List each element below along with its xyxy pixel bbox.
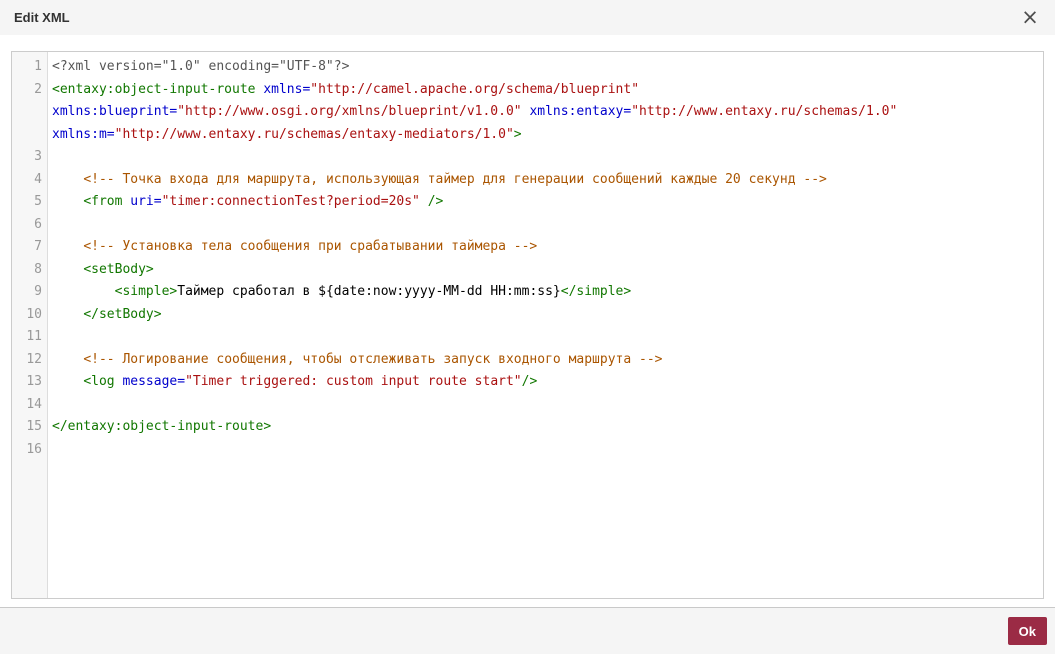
- line-number: 4: [34, 171, 42, 187]
- code-line[interactable]: 12 <!-- Логирование сообщения, чтобы отс…: [12, 349, 1043, 372]
- line-number: 14: [26, 396, 42, 412]
- code-line-text: <from uri="timer:connectionTest?period=2…: [83, 194, 444, 209]
- code-line[interactable]: 7 <!-- Установка тела сообщения при сраб…: [12, 236, 1043, 259]
- code-line-text: </setBody>: [83, 306, 162, 322]
- code-line[interactable]: 2 <entaxy:object-input-route xmlns="http:…: [12, 79, 1043, 147]
- ok-button[interactable]: Ok: [1007, 617, 1047, 645]
- code-line[interactable]: 11: [12, 326, 1043, 349]
- close-icon: ×: [1021, 5, 1039, 29]
- code-line-text: [48, 326, 1043, 349]
- edit-xml-dialog: Edit XML × 1 <?xml version="1.0" encoding…: [0, 0, 1055, 654]
- close-button[interactable]: ×: [1017, 5, 1043, 31]
- code-line-text: <!-- Точка входа для маршрута, использую…: [83, 171, 827, 187]
- code-line-text: <entaxy:object-input-route xmlns="http:/…: [52, 81, 898, 142]
- line-number: 16: [26, 441, 42, 457]
- code-line-text: <simple>Таймер сработал в ${date:now:yyy…: [114, 284, 632, 299]
- dialog-title: Edit XML: [14, 10, 70, 25]
- line-number: 1: [34, 59, 42, 74]
- line-number: 2: [34, 81, 42, 97]
- line-number: 13: [26, 374, 42, 389]
- line-number: 10: [26, 306, 42, 322]
- dialog-body: 1 <?xml version="1.0" encoding="UTF-8"?> 2…: [0, 35, 1055, 607]
- dialog-header: Edit XML ×: [0, 0, 1055, 35]
- code-line[interactable]: 9 <simple>Таймер сработал в ${date:now:y…: [12, 281, 1043, 304]
- code-line[interactable]: 15 </entaxy:object-input-route>: [12, 416, 1043, 439]
- code-line[interactable]: 10 </setBody>: [12, 304, 1043, 327]
- line-number: 6: [34, 216, 42, 232]
- code-line-text: <!-- Логирование сообщения, чтобы отслеж…: [83, 351, 663, 367]
- code-line[interactable]: 3: [12, 146, 1043, 169]
- code-line[interactable]: 1 <?xml version="1.0" encoding="UTF-8"?>: [12, 56, 1043, 79]
- code-line[interactable]: 13 <log message="Timer triggered: custom…: [12, 371, 1043, 394]
- code-line-text: <!-- Установка тела сообщения при срабат…: [83, 239, 538, 254]
- line-number: 9: [34, 284, 42, 299]
- line-number: 5: [34, 194, 42, 209]
- code-line-text: [48, 439, 1043, 462]
- code-line-text: <setBody>: [83, 261, 154, 277]
- code-line-text: <?xml version="1.0" encoding="UTF-8"?>: [52, 59, 350, 74]
- line-number: 7: [34, 239, 42, 254]
- code-line[interactable]: 8 <setBody>: [12, 259, 1043, 282]
- code-line-text: <log message="Timer triggered: custom in…: [83, 374, 538, 389]
- code-line[interactable]: 6: [12, 214, 1043, 237]
- code-line[interactable]: 14: [12, 394, 1043, 417]
- line-number: 12: [26, 351, 42, 367]
- line-number: 8: [34, 261, 42, 277]
- code-line[interactable]: 16: [12, 439, 1043, 462]
- code-line-text: [48, 146, 1043, 169]
- code-line[interactable]: 4 <!-- Точка входа для маршрута, использ…: [12, 169, 1043, 192]
- line-number: 3: [34, 149, 42, 164]
- line-number: 11: [26, 329, 42, 344]
- xml-code-editor[interactable]: 1 <?xml version="1.0" encoding="UTF-8"?> 2…: [11, 51, 1044, 599]
- code-line-text: [48, 394, 1043, 417]
- code-line[interactable]: 5 <from uri="timer:connectionTest?period…: [12, 191, 1043, 214]
- code-line-text: </entaxy:object-input-route>: [52, 419, 272, 434]
- code-area[interactable]: 1 <?xml version="1.0" encoding="UTF-8"?> 2…: [12, 52, 1043, 461]
- code-line-text: [48, 214, 1043, 237]
- dialog-footer: Ok: [0, 607, 1055, 654]
- line-number: 15: [26, 419, 42, 434]
